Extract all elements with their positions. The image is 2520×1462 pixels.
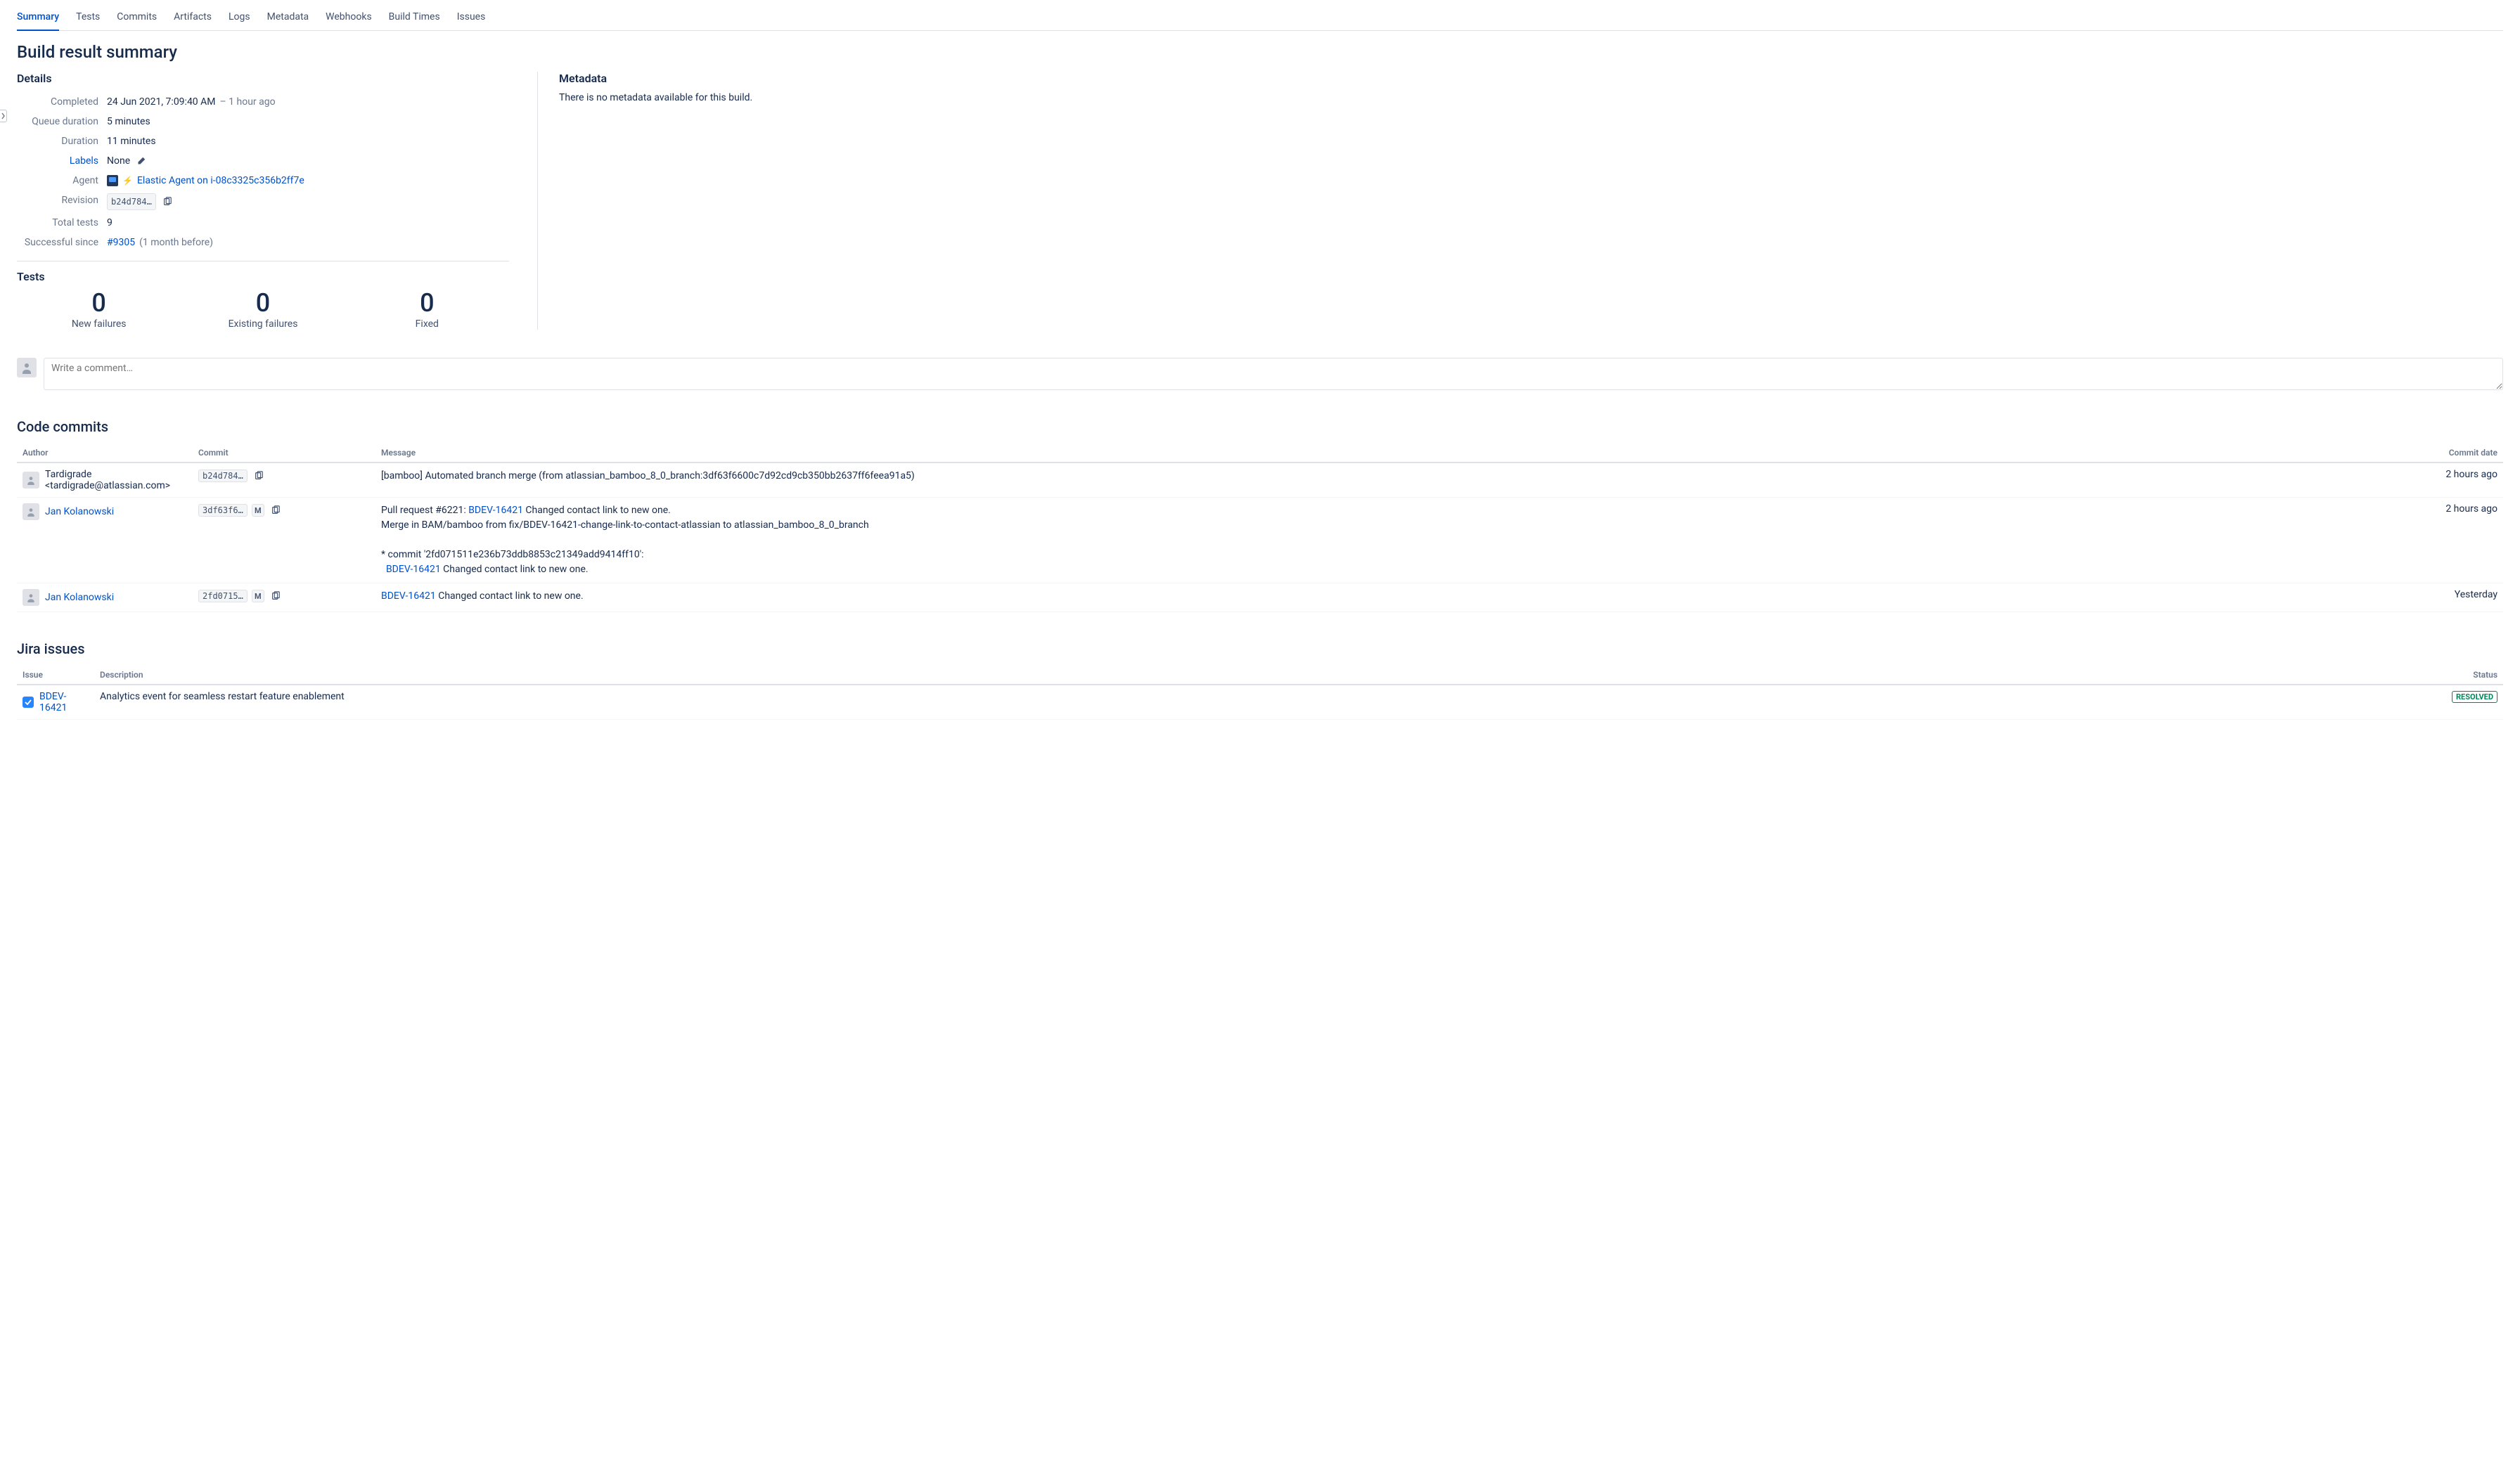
new-failures-count: 0 (17, 290, 181, 316)
jira-issue-link[interactable]: BDEV-16421 (39, 691, 89, 713)
copy-commit-icon[interactable] (269, 503, 283, 517)
copy-commit-icon[interactable] (269, 589, 283, 603)
fixed-count: 0 (345, 290, 509, 316)
commit-date: 2 hours ago (2419, 462, 2503, 498)
metadata-empty-text: There is no metadata available for this … (559, 92, 2503, 103)
col-commit-date: Commit date (2419, 444, 2503, 462)
col-status: Status (2433, 666, 2503, 685)
col-author: Author (17, 444, 193, 462)
label-total-tests: Total tests (17, 216, 107, 230)
total-tests-value: 9 (107, 216, 509, 230)
tab-summary[interactable]: Summary (17, 7, 59, 31)
commit-hash[interactable]: b24d784… (198, 470, 248, 482)
completed-datetime: 24 Jun 2021, 7:09:40 AM (107, 95, 216, 109)
duration-value: 11 minutes (107, 134, 509, 148)
commit-issue-link[interactable]: BDEV-16421 (381, 590, 436, 602)
commits-table: Author Commit Message Commit date Tardig… (17, 444, 2503, 612)
details-heading: Details (17, 72, 509, 85)
table-row: Tardigrade <tardigrade@atlassian.com> b2… (17, 462, 2503, 498)
jira-table: Issue Description Status BDEV-16421 Anal… (17, 666, 2503, 720)
commit-message-post: Changed contact link to new one. (523, 505, 671, 516)
status-badge: RESOLVED (2452, 691, 2498, 703)
col-commit: Commit (193, 444, 375, 462)
commit-message-extra3-post: Changed contact link to new one. (441, 564, 589, 575)
col-issue: Issue (17, 666, 94, 685)
label-queue-duration: Queue duration (17, 115, 107, 129)
copy-revision-icon[interactable] (160, 195, 174, 209)
label-duration: Duration (17, 134, 107, 148)
table-row: Jan Kolanowski 3df63f6… M Pull request #… (17, 498, 2503, 583)
agent-type-icon (107, 175, 118, 186)
table-row: BDEV-16421 Analytics event for seamless … (17, 685, 2503, 720)
sidebar-expand-handle[interactable] (0, 110, 7, 122)
completed-relative: – 1 hour ago (220, 95, 276, 109)
label-successful-since: Successful since (17, 235, 107, 250)
col-message: Message (375, 444, 2419, 462)
edit-labels-icon[interactable] (134, 154, 148, 168)
successful-since-link[interactable]: #9305 (107, 235, 135, 250)
merge-badge: M (252, 504, 264, 517)
page-title: Build result summary (17, 42, 2503, 62)
commits-heading: Code commits (17, 418, 2503, 435)
author-name[interactable]: Jan Kolanowski (45, 506, 114, 517)
new-failures-label: New failures (17, 318, 181, 330)
jira-heading: Jira issues (17, 640, 2503, 657)
author-avatar (22, 472, 39, 489)
commit-message-extra2: * commit '2fd071511e236b73ddb8853c21349a… (381, 549, 644, 560)
commit-message-post: Changed contact link to new one. (436, 590, 584, 602)
fixed-label: Fixed (345, 318, 509, 330)
copy-commit-icon[interactable] (252, 469, 266, 483)
successful-since-relative: (1 month before) (139, 235, 213, 250)
author-avatar (22, 503, 39, 520)
comment-input[interactable] (44, 358, 2503, 390)
col-description: Description (94, 666, 2433, 685)
revision-hash[interactable]: b24d784… (107, 193, 156, 210)
tab-bar: Summary Tests Commits Artifacts Logs Met… (17, 0, 2503, 31)
existing-failures-label: Existing failures (181, 318, 345, 330)
commit-hash[interactable]: 3df63f6… (198, 504, 248, 517)
tab-metadata[interactable]: Metadata (267, 7, 309, 30)
commit-issue-link[interactable]: BDEV-16421 (386, 564, 441, 575)
label-labels[interactable]: Labels (17, 154, 107, 168)
label-completed: Completed (17, 95, 107, 109)
tab-tests[interactable]: Tests (76, 7, 100, 30)
commit-date: Yesterday (2419, 583, 2503, 612)
elastic-icon: ⚡ (122, 174, 133, 188)
label-revision: Revision (17, 193, 107, 210)
commit-message-extra1: Merge in BAM/bamboo from fix/BDEV-16421-… (381, 519, 869, 531)
tab-build-times[interactable]: Build Times (389, 7, 440, 30)
commit-message: [bamboo] Automated branch merge (from at… (381, 470, 915, 481)
commit-date: 2 hours ago (2419, 498, 2503, 583)
commit-hash[interactable]: 2fd0715… (198, 590, 248, 602)
agent-link[interactable]: Elastic Agent on i-08c3325c356b2ff7e (137, 174, 304, 188)
tab-artifacts[interactable]: Artifacts (174, 7, 212, 30)
metadata-heading: Metadata (559, 72, 2503, 85)
tab-issues[interactable]: Issues (457, 7, 486, 30)
table-row: Jan Kolanowski 2fd0715… M BDEV-16421 Cha… (17, 583, 2503, 612)
tab-logs[interactable]: Logs (229, 7, 250, 30)
labels-value: None (107, 154, 130, 168)
commit-issue-link[interactable]: BDEV-16421 (468, 505, 523, 516)
jira-issue-description: Analytics event for seamless restart fea… (94, 685, 2433, 720)
label-agent: Agent (17, 174, 107, 188)
current-user-avatar (17, 358, 37, 377)
merge-badge: M (252, 590, 264, 602)
issue-type-icon (22, 697, 34, 708)
tests-heading: Tests (17, 270, 509, 283)
author-avatar (22, 589, 39, 606)
author-name[interactable]: Jan Kolanowski (45, 592, 114, 603)
queue-duration-value: 5 minutes (107, 115, 509, 129)
author-name: Tardigrade <tardigrade@atlassian.com> (45, 469, 187, 491)
tab-commits[interactable]: Commits (117, 7, 157, 30)
tab-webhooks[interactable]: Webhooks (326, 7, 372, 30)
existing-failures-count: 0 (181, 290, 345, 316)
commit-message-pre: Pull request #6221: (381, 505, 468, 516)
